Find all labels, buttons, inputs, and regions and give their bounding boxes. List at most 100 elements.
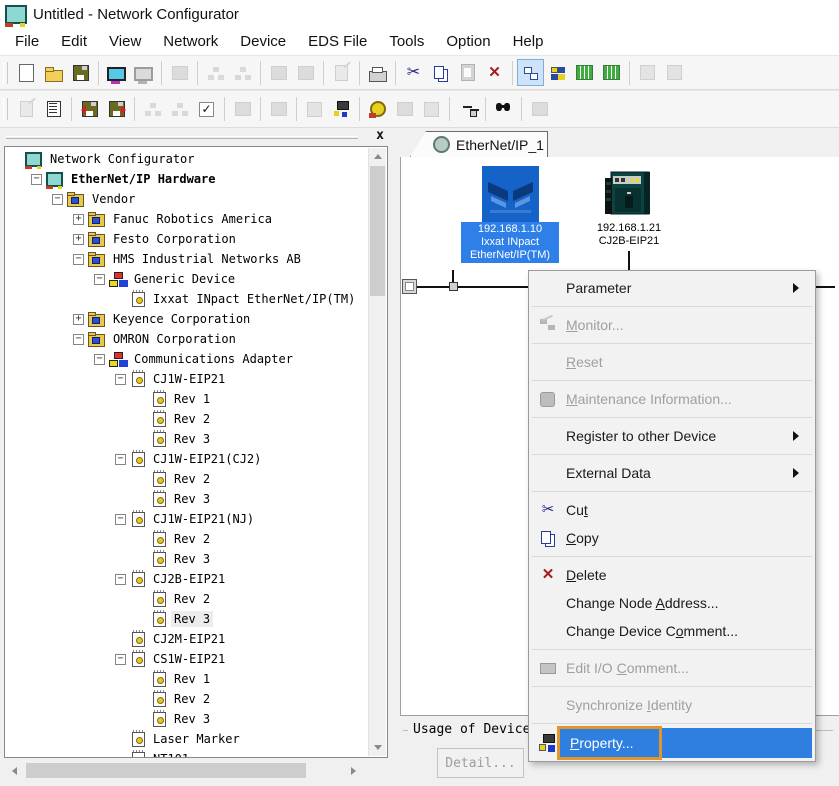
tree-item-keyence-corporation[interactable]: +Keyence Corporation [6,309,369,329]
tree-item-festo-corporation[interactable]: +Festo Corporation [6,229,369,249]
copy-button[interactable] [427,59,454,86]
eds-save-button[interactable] [76,96,103,123]
dock-gripper[interactable] [6,136,358,139]
collapse-toggle-icon[interactable]: − [115,454,126,465]
scrollbar-thumb[interactable] [370,166,385,296]
menu-eds-file[interactable]: EDS File [297,30,378,53]
collapse-toggle-icon[interactable]: − [31,174,42,185]
collapse-toggle-icon[interactable]: − [94,354,105,365]
tree-item-rev-3[interactable]: Rev 3 [6,549,369,569]
tree-item-fanuc-robotics-america[interactable]: +Fanuc Robotics America [6,209,369,229]
delete-button[interactable]: ✕ [481,59,508,86]
tree-item-rev-2[interactable]: Rev 2 [6,589,369,609]
tab-ethernet-ip-1[interactable]: EtherNet/IP_1 [410,131,548,157]
tree-item-rev-3[interactable]: Rev 3 [6,709,369,729]
menu-item-copy[interactable]: Copy [530,524,814,552]
device-verify-button[interactable]: ✓ [193,96,220,123]
menu-network[interactable]: Network [152,30,229,53]
menu-item-cut[interactable]: ✂Cut [530,496,814,524]
cut-button[interactable]: ✂ [400,59,427,86]
print-button[interactable] [364,59,391,86]
tree-item-rev-2[interactable]: Rev 2 [6,529,369,549]
tree-item-rev-3[interactable]: Rev 3 [6,489,369,509]
tree-vertical-scrollbar[interactable] [368,148,386,756]
scroll-right-icon[interactable] [345,762,362,779]
tree-item-rev-2[interactable]: Rev 2 [6,469,369,489]
tree-item-vendor[interactable]: −Vendor [6,189,369,209]
tree-item-cj2m-eip21[interactable]: CJ2M-EIP21 [6,629,369,649]
menu-option[interactable]: Option [435,30,501,53]
expand-toggle-icon[interactable]: + [73,314,84,325]
tree-item-cj2b-eip21[interactable]: −CJ2B-EIP21 [6,569,369,589]
network-anchor[interactable] [402,279,417,294]
tree-item-network-configurator[interactable]: Network Configurator [6,149,369,169]
tree-item-rev-1[interactable]: Rev 1 [6,669,369,689]
save-file-button[interactable] [67,59,94,86]
device-property-button[interactable] [328,96,355,123]
menu-item-change-device-comment[interactable]: Change Device Comment... [530,617,814,645]
new-file-button[interactable] [13,59,40,86]
tree-item-rev-3[interactable]: Rev 3 [6,609,369,629]
menu-item-change-node-address[interactable]: Change Node Address... [530,589,814,617]
tree-item-rev-2[interactable]: Rev 2 [6,689,369,709]
menu-item-register-to-other-device[interactable]: Register to other Device [530,422,814,450]
tree-item-communications-adapter[interactable]: −Communications Adapter [6,349,369,369]
eds-load-button[interactable] [103,96,130,123]
menu-edit[interactable]: Edit [50,30,98,53]
view-position-button[interactable] [517,59,544,86]
tree-item-cj1w-eip21-nj[interactable]: −CJ1W-EIP21(NJ) [6,509,369,529]
find-device-button[interactable] [490,96,517,123]
expand-toggle-icon[interactable]: + [73,214,84,225]
menu-item-parameter[interactable]: Parameter [530,274,814,302]
tree-item-cs1w-eip21[interactable]: −CS1W-EIP21 [6,649,369,669]
device-ixxat-image[interactable] [482,166,539,223]
tree-item-omron-corporation[interactable]: −OMRON Corporation [6,329,369,349]
toolbar-gripper[interactable] [3,62,8,84]
scroll-left-icon[interactable] [6,762,23,779]
menu-device[interactable]: Device [229,30,297,53]
menu-view[interactable]: View [98,30,152,53]
tree-item-laser-marker[interactable]: Laser Marker [6,729,369,749]
menu-file[interactable]: File [4,30,50,53]
tree-item-rev-1[interactable]: Rev 1 [6,389,369,409]
tree-horizontal-scrollbar[interactable] [6,762,362,779]
view-icons-button[interactable] [544,59,571,86]
tree-item-hms-industrial-networks-ab[interactable]: −HMS Industrial Networks AB [6,249,369,269]
tree-item-ixxat-inpact-ethernet-ip-tm[interactable]: Ixxat INpact EtherNet/IP(TM) [6,289,369,309]
menu-tools[interactable]: Tools [378,30,435,53]
close-icon[interactable]: x [376,128,384,143]
collapse-toggle-icon[interactable]: − [115,574,126,585]
collapse-toggle-icon[interactable]: − [94,274,105,285]
change-node-button[interactable] [454,96,481,123]
maintenance-clock-button[interactable] [364,96,391,123]
device-cj2b-image[interactable] [601,166,658,223]
menu-help[interactable]: Help [502,30,555,53]
menu-item-property[interactable]: Property... [530,728,814,758]
collapse-toggle-icon[interactable]: − [115,654,126,665]
collapse-toggle-icon[interactable]: − [115,374,126,385]
menu-item-delete[interactable]: ✕Delete [530,561,814,589]
scrollbar-thumb[interactable] [26,763,306,778]
device-ixxat-label[interactable]: 192.168.1.10 Ixxat INpact EtherNet/IP(TM… [461,222,559,263]
toolbar-gripper[interactable] [3,98,8,120]
open-file-button[interactable] [40,59,67,86]
scroll-down-icon[interactable] [369,739,386,756]
tree-item-rev-3[interactable]: Rev 3 [6,429,369,449]
device-cj2b-label[interactable]: 192.168.1.21 CJ2B-EIP21 [580,222,678,248]
view-detail-button[interactable] [571,59,598,86]
tree-item-generic-device[interactable]: −Generic Device [6,269,369,289]
tree-item-cj1w-eip21-cj2[interactable]: −CJ1W-EIP21(CJ2) [6,449,369,469]
collapse-toggle-icon[interactable]: − [73,254,84,265]
collapse-toggle-icon[interactable]: − [73,334,84,345]
tree-item-nt101[interactable]: NT101 [6,749,369,758]
scroll-up-icon[interactable] [369,148,386,165]
tree-item-cj1w-eip21[interactable]: −CJ1W-EIP21 [6,369,369,389]
tree-item-rev-2[interactable]: Rev 2 [6,409,369,429]
eds-file-edit-button[interactable] [40,96,67,123]
collapse-toggle-icon[interactable]: − [115,514,126,525]
menu-item-external-data[interactable]: External Data [530,459,814,487]
view-table-button[interactable] [598,59,625,86]
tree-item-ethernet-ip-hardware[interactable]: −EtherNet/IP Hardware [6,169,369,189]
upload-network-button[interactable] [103,59,130,86]
collapse-toggle-icon[interactable]: − [52,194,63,205]
